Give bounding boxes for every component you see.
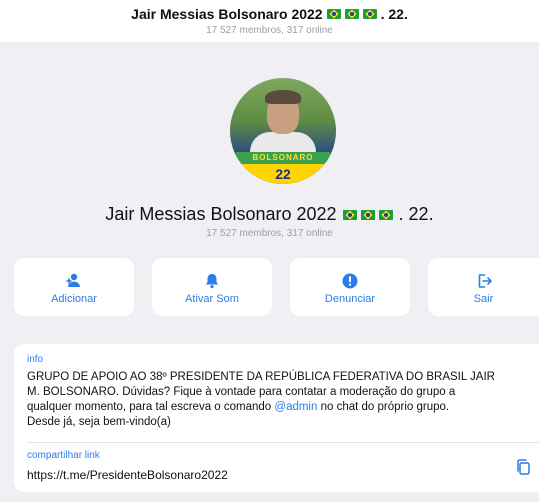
add-user-icon [66, 273, 80, 287]
brazil-flag-icon [326, 9, 341, 19]
divider [27, 442, 539, 443]
brazil-flag-icon [378, 209, 393, 220]
info-title: info [27, 354, 44, 365]
unmute-button[interactable]: Ativar Som [152, 258, 272, 316]
group-description: GRUPO DE APOIO AO 38º PRESIDENTE DA REPÚ… [27, 370, 532, 430]
leave-group-button[interactable]: Sair [428, 258, 539, 316]
add-member-button[interactable]: Adicionar [14, 258, 134, 316]
unmute-label: Ativar Som [185, 293, 239, 305]
group-name: Jair Messias Bolsonaro 2022 . 22. [0, 204, 539, 225]
add-member-label: Adicionar [51, 293, 97, 305]
bell-icon [206, 274, 218, 289]
description-text: qualquer momento, para tal escreva o com… [27, 401, 275, 413]
group-name-text: Jair Messias Bolsonaro 2022 [105, 204, 337, 224]
info-card: info GRUPO DE APOIO AO 38º PRESIDENTE DA… [14, 344, 539, 492]
avatar-number: 22 [230, 164, 336, 184]
chat-header: Jair Messias Bolsonaro 2022 . 22. 17 527… [0, 0, 539, 42]
chat-title-text: Jair Messias Bolsonaro 2022 [131, 6, 323, 22]
description-line: M. BOLSONARO. Dúvidas? Fique à vontade p… [27, 386, 456, 398]
brazil-flag-icon [360, 209, 375, 220]
chat-title: Jair Messias Bolsonaro 2022 . 22. [0, 6, 539, 22]
group-name-suffix: . 22. [398, 204, 434, 224]
admin-mention-link[interactable]: @admin [274, 401, 317, 413]
share-link-value[interactable]: https://t.me/PresidenteBolsonaro2022 [27, 468, 228, 482]
report-label: Denunciar [324, 293, 376, 305]
member-count: 17 527 membros, 317 online [206, 228, 333, 239]
description-line: GRUPO DE APOIO AO 38º PRESIDENTE DA REPÚ… [27, 371, 495, 383]
chat-subtitle: 17 527 membros, 317 online [206, 25, 333, 36]
description-line: qualquer momento, para tal escreva o com… [27, 400, 532, 415]
exit-icon [478, 274, 492, 288]
report-icon [342, 273, 358, 289]
flag-icons [342, 209, 393, 220]
share-link-title: compartilhar link [27, 450, 100, 461]
description-text: no chat do próprio grupo. [317, 401, 450, 413]
group-info-screen: BOLSONARO 22 Jair Messias Bolsonaro 2022… [0, 42, 539, 502]
copy-icon[interactable] [514, 458, 532, 476]
flag-icons [326, 9, 377, 19]
avatar-banner-text: BOLSONARO [236, 152, 330, 164]
avatar-figure-hair [265, 90, 301, 104]
report-button[interactable]: Denunciar [290, 258, 410, 316]
description-line: Desde já, seja bem-vindo(a) [27, 416, 171, 428]
chat-title-suffix: . 22. [380, 6, 408, 22]
group-avatar[interactable]: BOLSONARO 22 [230, 78, 336, 184]
brazil-flag-icon [342, 209, 357, 220]
brazil-flag-icon [362, 9, 377, 19]
brazil-flag-icon [344, 9, 359, 19]
leave-group-label: Sair [473, 293, 494, 305]
